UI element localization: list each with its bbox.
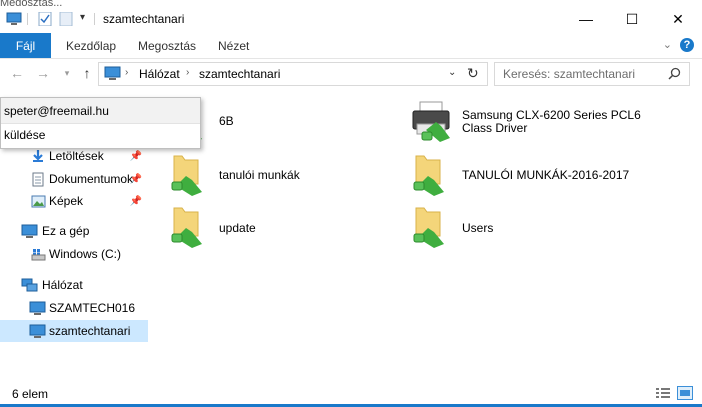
list-item[interactable]: Users — [410, 204, 650, 248]
forward-button[interactable]: → — [34, 64, 52, 82]
ribbon: Fájl Kezdőlap Megosztás Nézet ⌄ ? — [0, 33, 702, 59]
item-label-line1: Samsung CLX-6200 Series PCL6 — [462, 108, 641, 122]
computer-icon — [29, 301, 46, 315]
sidebar-item-label: szamtechtanari — [49, 324, 131, 338]
sidebar-item-label: Dokumentumok — [49, 172, 134, 186]
sidebar-item-label: Hálózat — [42, 278, 83, 292]
refresh-icon[interactable]: ↻ — [467, 65, 479, 82]
search-icon[interactable] — [668, 67, 681, 80]
list-item[interactable]: TANULÓI MUNKÁK-2016-2017 — [410, 152, 650, 196]
close-button[interactable]: ✕ — [655, 6, 701, 32]
network-computer-icon — [104, 66, 121, 80]
tab-share[interactable]: Megosztás — [138, 39, 196, 53]
sidebar-item-this-pc[interactable]: Ez a gép — [0, 220, 148, 242]
sidebar-item-szamtech016[interactable]: SZAMTECH016 — [0, 297, 148, 319]
sidebar-item-label: Letöltések — [49, 149, 104, 163]
sidebar-item-szamtechtanari[interactable]: szamtechtanari — [0, 320, 148, 342]
computer-icon — [21, 224, 38, 238]
sidebar-item-label: SZAMTECH016 — [49, 301, 136, 315]
item-label: tanulói munkák — [219, 168, 300, 182]
recent-locations-button[interactable]: ▾ — [58, 64, 76, 82]
breadcrumb-separator-icon: › — [186, 67, 190, 78]
sidebar-item-network[interactable]: Hálózat — [0, 274, 148, 296]
properties-icon[interactable] — [38, 12, 54, 26]
list-item[interactable]: tanulói munkák — [168, 152, 368, 196]
list-item[interactable]: update — [168, 204, 368, 248]
pictures-icon — [31, 195, 46, 207]
tab-home[interactable]: Kezdőlap — [66, 39, 116, 53]
network-folder-icon — [171, 155, 202, 196]
breadcrumb-separator-icon: › — [125, 67, 129, 78]
details-view-icon[interactable] — [655, 386, 671, 400]
title-separator — [94, 13, 95, 25]
quick-access-dropdown-icon[interactable]: ▾ — [80, 12, 85, 23]
computer-icon — [29, 324, 46, 338]
up-button[interactable]: ↑ — [78, 64, 96, 82]
help-icon[interactable]: ? — [680, 38, 694, 52]
pin-icon[interactable]: 📌 — [130, 196, 142, 207]
item-label-line2: Class Driver — [462, 121, 528, 135]
sidebar-item-label: Windows (C:) — [49, 247, 122, 261]
tab-file[interactable]: Fájl — [0, 33, 51, 58]
item-label: TANULÓI MUNKÁK-2016-2017 — [462, 168, 630, 182]
large-icons-view-icon[interactable] — [677, 386, 693, 400]
network-folder-icon — [413, 207, 444, 248]
sidebar-item-label: Képek — [49, 194, 84, 208]
maximize-button[interactable]: ☐ — [609, 6, 655, 32]
minimize-button[interactable]: — — [563, 6, 609, 32]
popup-email-item[interactable]: speter@freemail.hu — [1, 98, 200, 124]
address-bar[interactable]: › Hálózat › szamtechtanari ⌄ ↻ — [98, 62, 488, 86]
pin-icon[interactable]: 📌 — [130, 151, 142, 162]
item-label: Users — [462, 221, 494, 235]
autocomplete-popup: speter@freemail.hu küldése — [0, 97, 201, 149]
back-button[interactable]: ← — [8, 64, 26, 82]
computer-icon — [6, 12, 22, 25]
documents-icon — [32, 172, 44, 186]
drive-icon — [31, 248, 46, 260]
breadcrumb-network[interactable]: Hálózat — [139, 67, 180, 81]
title-separator — [27, 13, 28, 25]
printer-icon — [412, 101, 450, 142]
network-icon — [21, 278, 38, 291]
network-folder-icon — [171, 207, 202, 248]
search-input[interactable]: Keresés: szamtechtanari — [503, 67, 635, 81]
item-label: update — [219, 221, 256, 235]
new-folder-icon[interactable] — [59, 12, 75, 26]
item-label: 6B — [219, 114, 234, 128]
window-title: szamtechtanari — [103, 12, 185, 26]
sidebar-item-documents[interactable]: Dokumentumok 📌 — [0, 168, 148, 190]
item-count: 6 elem — [12, 387, 49, 401]
network-folder-icon — [413, 155, 444, 196]
expand-ribbon-icon[interactable]: ⌄ — [663, 38, 672, 51]
sidebar-item-label: Ez a gép — [42, 224, 90, 238]
breadcrumb-current[interactable]: szamtechtanari — [199, 67, 280, 81]
navigation-bar: ← → ▾ ↑ › Hálózat › szamtechtanari ⌄ ↻ K… — [0, 59, 702, 89]
popup-send-item[interactable]: küldése — [4, 128, 45, 142]
list-item[interactable]: Samsung CLX-6200 Series PCL6 Class Drive… — [410, 100, 650, 144]
tab-view[interactable]: Nézet — [218, 39, 249, 53]
sidebar-item-windows-c[interactable]: Windows (C:) — [0, 243, 148, 265]
pin-icon[interactable]: 📌 — [130, 174, 142, 185]
sidebar-item-pictures[interactable]: Képek 📌 — [0, 190, 148, 212]
search-box[interactable]: Keresés: szamtechtanari — [494, 62, 690, 86]
download-icon — [33, 150, 43, 162]
status-bar: 6 elem — [0, 379, 702, 407]
address-dropdown-icon[interactable]: ⌄ — [448, 67, 456, 78]
